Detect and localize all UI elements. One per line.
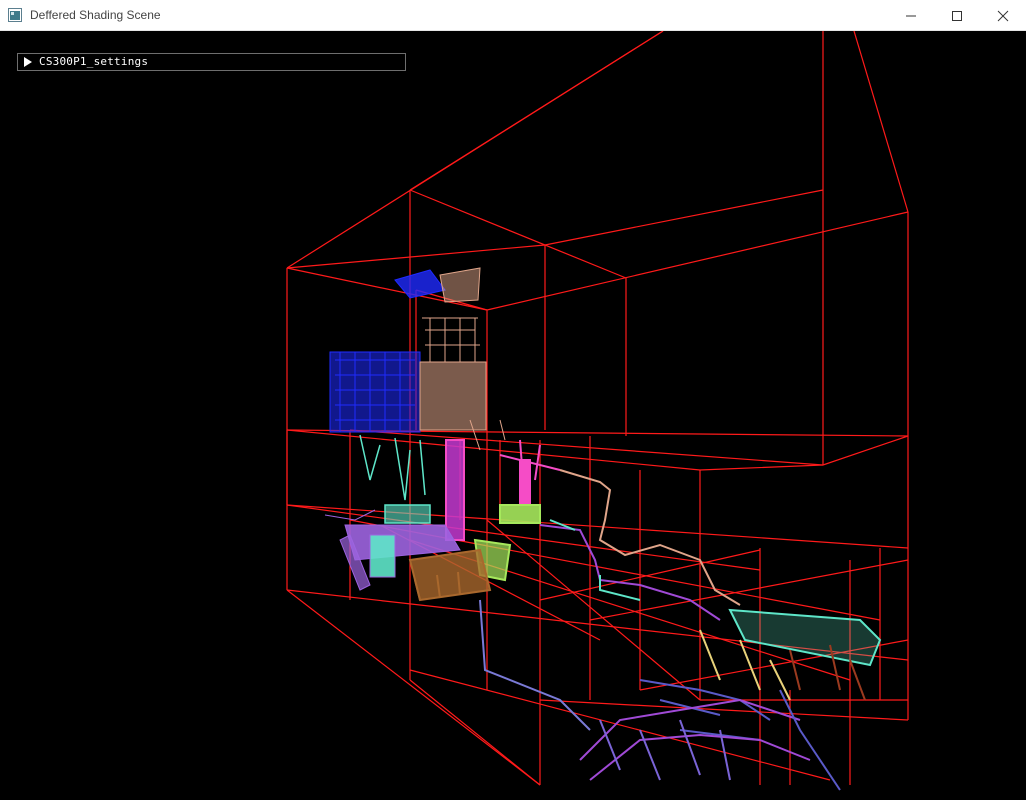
maximize-icon — [952, 10, 962, 21]
close-icon — [997, 10, 1009, 21]
maximize-button[interactable] — [934, 0, 980, 31]
app-icon — [8, 8, 22, 22]
settings-panel-header[interactable]: CS300P1_settings — [17, 53, 406, 71]
title-bar: Deffered Shading Scene — [0, 0, 1026, 31]
close-button[interactable] — [980, 0, 1026, 31]
scene-render — [286, 31, 909, 791]
teal-equipment-cluster — [359, 434, 431, 524]
triangle-right-icon — [24, 57, 32, 67]
minimize-icon — [906, 15, 916, 16]
settings-panel-label: CS300P1_settings — [39, 55, 149, 68]
render-viewport[interactable]: CS300P1_settings — [0, 31, 1026, 800]
window-title: Deffered Shading Scene — [30, 8, 161, 22]
brown-equipment-cluster — [408, 548, 492, 602]
minimize-button[interactable] — [888, 0, 934, 31]
